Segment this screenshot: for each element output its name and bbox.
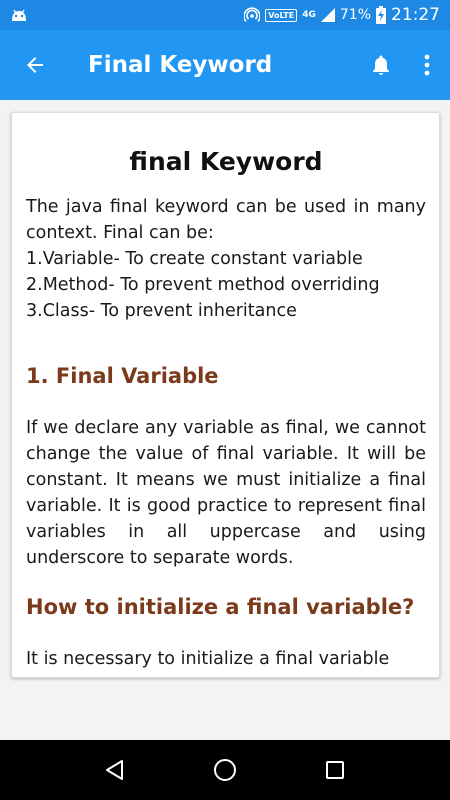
status-bar: VoLTE 4G 71% 21:27 [0, 0, 450, 30]
battery-charging-icon [376, 6, 386, 24]
bell-icon [373, 55, 389, 75]
list-item: 2.Method- To prevent method overriding [26, 275, 380, 295]
overflow-menu-button[interactable] [404, 30, 450, 100]
network-type: 4G [302, 10, 316, 20]
clock: 21:27 [391, 5, 440, 25]
app-bar: Final Keyword [0, 30, 450, 100]
article-card[interactable]: final Keyword The java final keyword can… [11, 112, 440, 678]
notifications-button[interactable] [358, 30, 404, 100]
hotspot-icon [244, 7, 261, 23]
nav-recents-button[interactable] [315, 750, 355, 790]
android-icon [12, 9, 26, 21]
intro-paragraph: The java final keyword can be used in ma… [26, 197, 426, 243]
nav-home-button[interactable] [205, 750, 245, 790]
nav-back-button[interactable] [95, 750, 135, 790]
volte-badge: VoLTE [265, 8, 298, 22]
list-item: 1.Variable- To create constant variable [26, 249, 363, 269]
battery-percent: 71% [339, 7, 371, 23]
page-title: Final Keyword [88, 52, 273, 78]
content-area[interactable]: final Keyword The java final keyword can… [0, 100, 450, 740]
list-item: 3.Class- To prevent inheritance [26, 301, 297, 321]
signal-icon [320, 8, 335, 22]
back-triangle-icon [106, 760, 123, 780]
back-button[interactable] [0, 30, 70, 100]
section-heading: 1. Final Variable [26, 364, 219, 388]
article-title: final Keyword [129, 147, 323, 176]
recents-square-icon [326, 761, 344, 779]
home-circle-icon [214, 759, 236, 781]
more-vert-icon [424, 54, 430, 76]
section-paragraph: It is necessary to initialize a final va… [26, 649, 390, 669]
section-paragraph: If we declare any variable as final, we … [26, 418, 426, 568]
back-arrow-icon [27, 57, 43, 73]
navigation-bar [0, 740, 450, 800]
section-heading: How to initialize a final variable? [26, 595, 415, 619]
